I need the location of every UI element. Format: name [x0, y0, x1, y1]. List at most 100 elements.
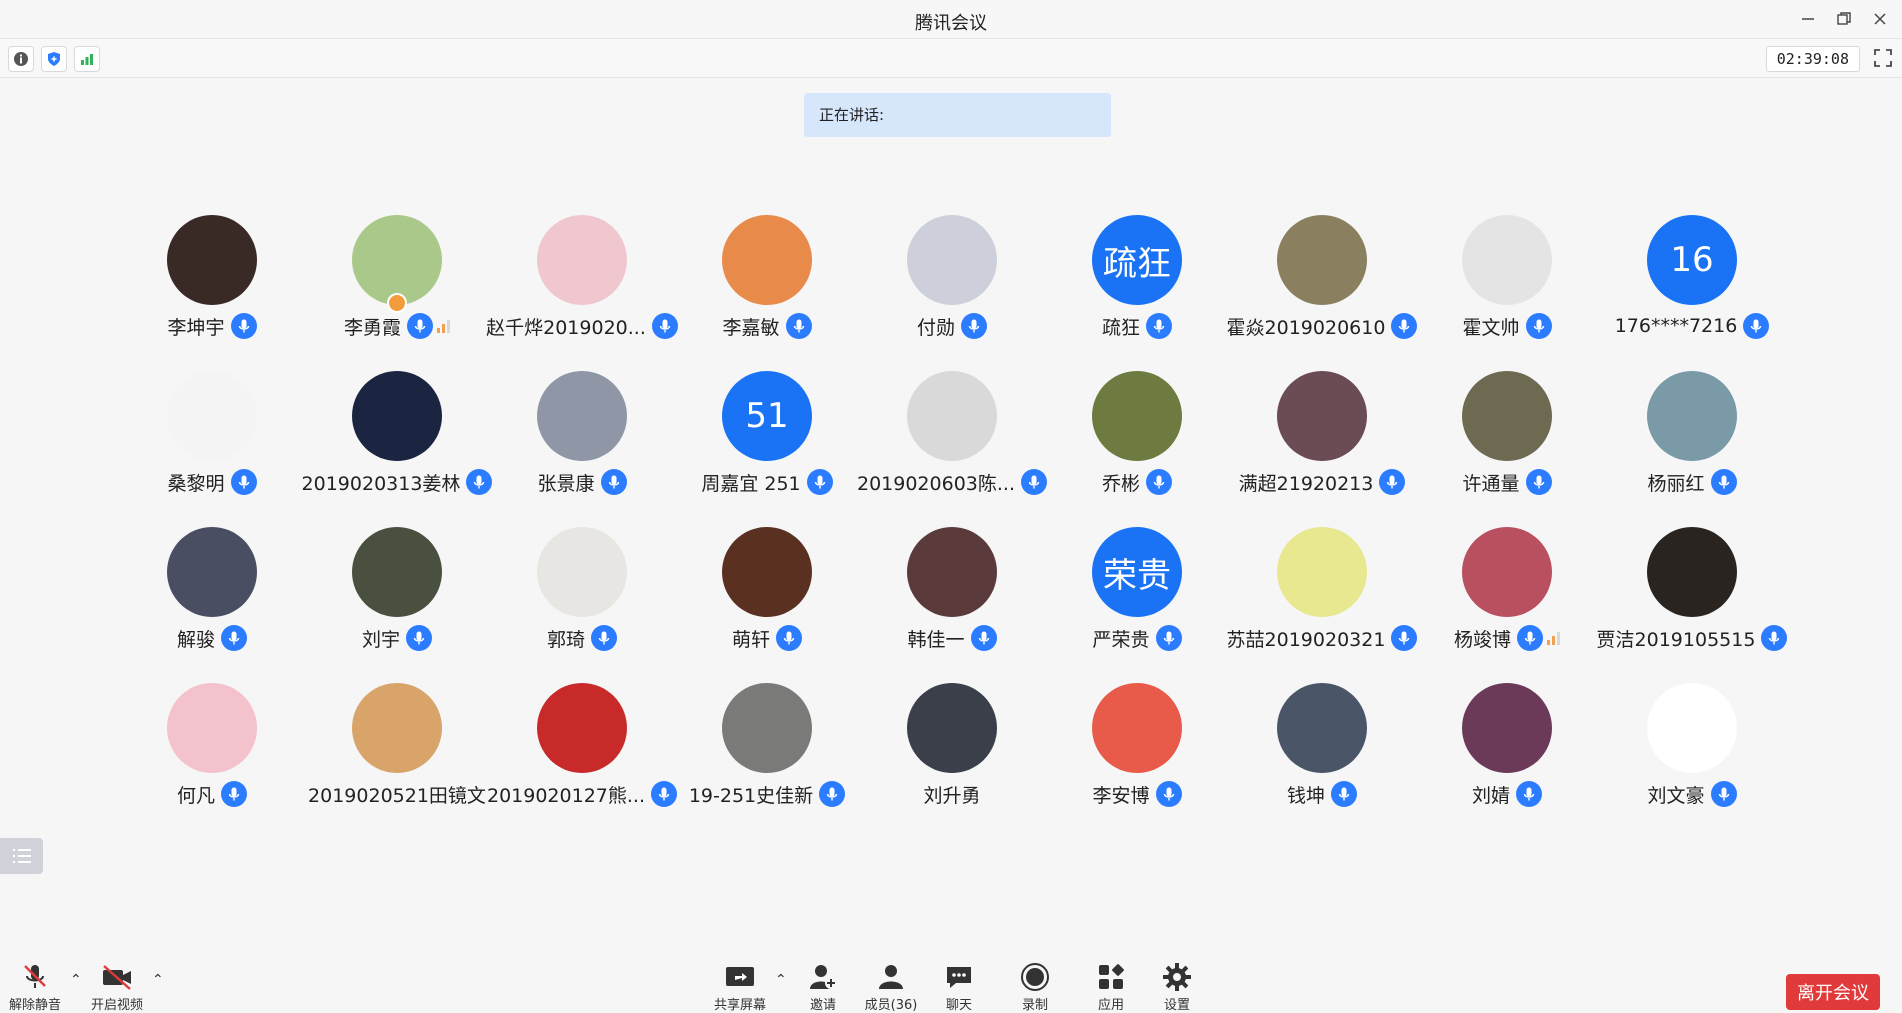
- participant-name: 2019020313姜林: [301, 472, 461, 495]
- mic-icon[interactable]: [961, 313, 987, 339]
- participant-tile[interactable]: 霍焱2019020610: [1222, 215, 1422, 355]
- participant-tile[interactable]: 桑黎明: [112, 371, 312, 511]
- record-button[interactable]: 录制: [1000, 962, 1070, 1013]
- participant-tile[interactable]: 钱坤: [1222, 683, 1422, 823]
- video-button[interactable]: 开启视频: [82, 962, 152, 1013]
- volume-bars-icon: [437, 319, 450, 333]
- mic-icon[interactable]: [1743, 313, 1770, 339]
- participant-tile[interactable]: 付勋: [852, 215, 1052, 355]
- mic-icon[interactable]: [1155, 781, 1182, 807]
- avatar: [537, 683, 627, 773]
- participant-tile[interactable]: 刘文豪: [1592, 683, 1792, 823]
- participant-name-row: 霍焱2019020610: [1222, 313, 1422, 339]
- avatar: 51: [722, 371, 812, 461]
- mic-icon[interactable]: [230, 469, 257, 495]
- participant-name: 刘婧: [1471, 784, 1510, 807]
- participant-tile[interactable]: 19-251史佳新: [667, 683, 867, 823]
- invite-button[interactable]: 邀请: [788, 962, 858, 1013]
- participant-tile[interactable]: 赵千烨2019020...: [482, 215, 682, 355]
- participant-tile[interactable]: 2019020127熊...: [482, 683, 682, 823]
- members-button[interactable]: 成员(36): [856, 962, 926, 1013]
- mic-icon[interactable]: [600, 469, 627, 495]
- participant-tile[interactable]: 萌轩: [667, 527, 867, 667]
- share-screen-button[interactable]: 共享屏幕: [705, 962, 775, 1013]
- participant-tile[interactable]: 刘升勇: [852, 683, 1052, 823]
- mic-icon[interactable]: [591, 625, 617, 651]
- mic-icon[interactable]: [1516, 781, 1542, 807]
- participant-tile[interactable]: 许通量: [1407, 371, 1607, 511]
- mic-icon[interactable]: [1155, 625, 1182, 651]
- participant-tile[interactable]: 贾洁2019105515: [1592, 527, 1792, 667]
- leave-meeting-button[interactable]: 离开会议: [1786, 974, 1880, 1010]
- participant-tile[interactable]: 刘婧: [1407, 683, 1607, 823]
- mute-options-chevron-icon[interactable]: ⌃: [70, 972, 82, 988]
- participant-tile[interactable]: 51 周嘉宜 251: [667, 371, 867, 511]
- mic-icon[interactable]: [1710, 469, 1737, 495]
- participant-tile[interactable]: 李坤宇: [112, 215, 312, 355]
- add-user-icon: [808, 962, 838, 992]
- mic-icon[interactable]: [1379, 469, 1406, 495]
- mic-icon[interactable]: [1146, 313, 1172, 339]
- participant-tile[interactable]: 杨竣博: [1407, 527, 1607, 667]
- list-view-toggle[interactable]: [0, 838, 43, 874]
- mic-icon[interactable]: [1146, 469, 1172, 495]
- participant-tile[interactable]: 荣贵 严荣贵: [1037, 527, 1237, 667]
- avatar: [1092, 371, 1182, 461]
- avatar: [1277, 527, 1367, 617]
- participant-tile[interactable]: 解骏: [112, 527, 312, 667]
- participant-name: 176****7216: [1614, 315, 1738, 337]
- participant-tile[interactable]: 杨丽红: [1592, 371, 1792, 511]
- mic-icon[interactable]: [1331, 781, 1357, 807]
- mic-icon[interactable]: [1525, 313, 1552, 339]
- apps-icon: [1096, 962, 1126, 992]
- participant-tile[interactable]: 霍文帅: [1407, 215, 1607, 355]
- mic-icon[interactable]: [1710, 781, 1737, 807]
- participant-tile[interactable]: 乔彬: [1037, 371, 1237, 511]
- participant-name-row: 乔彬: [1037, 469, 1237, 495]
- mic-icon[interactable]: [1525, 469, 1552, 495]
- mic-icon[interactable]: [970, 625, 997, 651]
- participant-name-row: 刘文豪: [1592, 781, 1792, 807]
- mic-icon[interactable]: [785, 313, 812, 339]
- participant-tile[interactable]: 韩佳一: [852, 527, 1052, 667]
- mute-button[interactable]: 解除静音: [0, 962, 70, 1013]
- participant-tile[interactable]: 满超21920213: [1222, 371, 1422, 511]
- avatar: [1092, 683, 1182, 773]
- participant-tile[interactable]: 2019020313姜林: [297, 371, 497, 511]
- mic-icon[interactable]: [221, 625, 247, 651]
- mic-icon[interactable]: [1761, 625, 1788, 651]
- mic-icon[interactable]: [819, 781, 846, 807]
- participant-name-row: 霍文帅: [1407, 313, 1607, 339]
- avatar-text: 51: [745, 396, 789, 436]
- participant-tile[interactable]: 苏喆2019020321: [1222, 527, 1422, 667]
- mic-icon[interactable]: [221, 781, 247, 807]
- participant-name-row: 李嘉敏: [667, 313, 867, 339]
- avatar: [907, 215, 997, 305]
- participant-tile[interactable]: 16 176****7216: [1592, 215, 1792, 355]
- mic-icon[interactable]: [407, 313, 433, 339]
- participant-tile[interactable]: 郭琦: [482, 527, 682, 667]
- participant-tile[interactable]: 李勇霞: [297, 215, 497, 355]
- participant-tile[interactable]: 李安博: [1037, 683, 1237, 823]
- participant-tile[interactable]: 疏狂 疏狂: [1037, 215, 1237, 355]
- participant-name: 2019020603陈...: [856, 472, 1015, 495]
- share-options-chevron-icon[interactable]: ⌃: [775, 972, 787, 988]
- mic-icon[interactable]: [1517, 625, 1543, 651]
- participant-tile[interactable]: 刘宇: [297, 527, 497, 667]
- participant-tile[interactable]: 2019020521田镜文: [297, 683, 497, 823]
- mic-icon[interactable]: [406, 625, 432, 651]
- mic-icon[interactable]: [230, 313, 257, 339]
- participant-tile[interactable]: 何凡: [112, 683, 312, 823]
- participant-name-row: 张景康: [482, 469, 682, 495]
- participant-tile[interactable]: 2019020603陈...: [852, 371, 1052, 511]
- mic-icon[interactable]: [806, 469, 833, 495]
- participant-tile[interactable]: 张景康: [482, 371, 682, 511]
- apps-button[interactable]: 应用: [1076, 962, 1146, 1013]
- mic-icon[interactable]: [776, 625, 802, 651]
- participant-name-row: 刘宇: [297, 625, 497, 651]
- video-options-chevron-icon[interactable]: ⌃: [152, 972, 164, 988]
- share-screen-icon: [724, 962, 756, 992]
- chat-button[interactable]: 聊天: [924, 962, 994, 1013]
- participant-tile[interactable]: 李嘉敏: [667, 215, 867, 355]
- settings-button[interactable]: 设置: [1142, 962, 1212, 1013]
